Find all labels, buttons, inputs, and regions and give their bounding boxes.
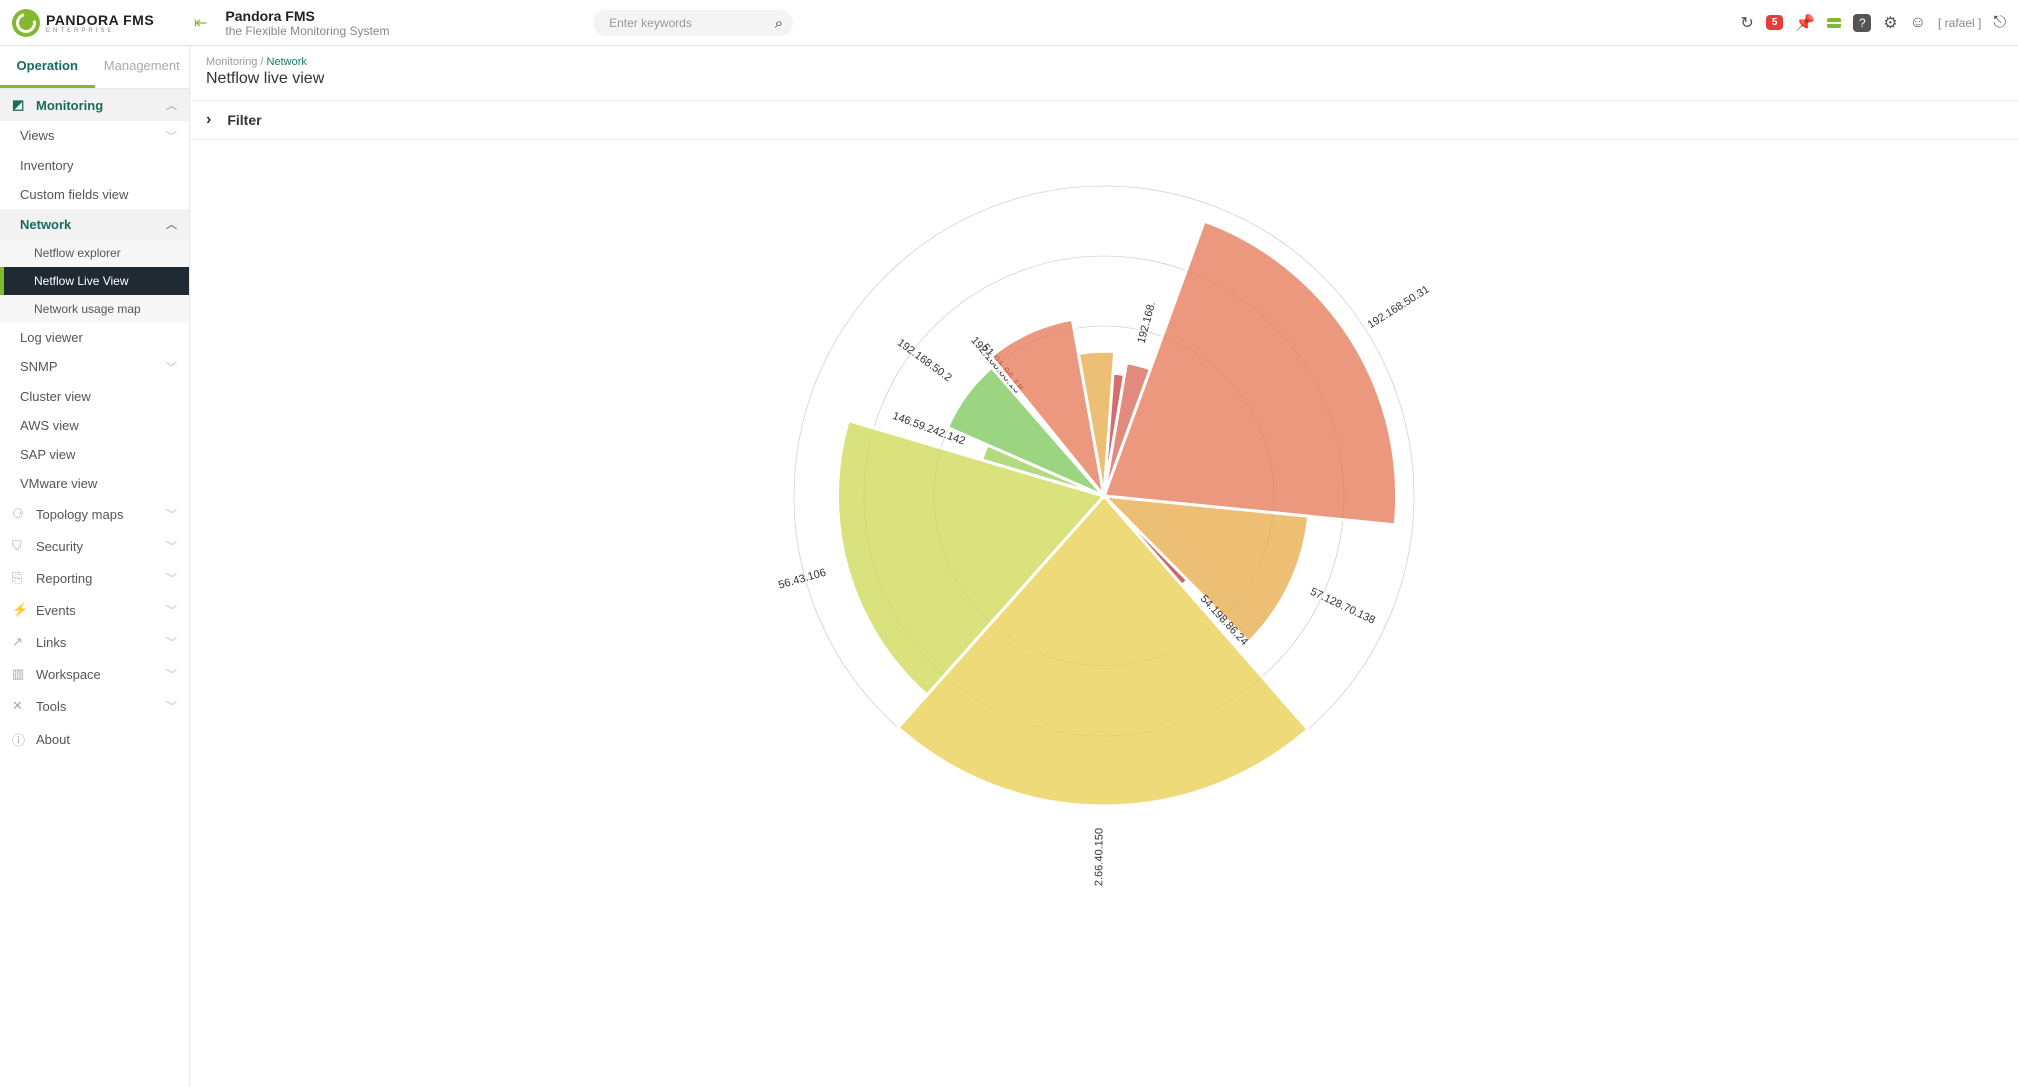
chevron-down-icon: ﹀ <box>166 602 177 618</box>
monitoring-icon: ◩ <box>12 97 28 113</box>
logo: PANDORA FMS ENTERPRISE <box>12 9 190 37</box>
links-icon: ↗ <box>12 634 28 650</box>
sidebar-item-log-viewer[interactable]: Log viewer <box>0 323 189 352</box>
sidebar: Operation Management ◩ Monitoring ︿ View… <box>0 46 190 1087</box>
sidebar-item-links[interactable]: ↗ Links ﹀ <box>0 626 189 658</box>
topbar: PANDORA FMS ENTERPRISE ⇤ Pandora FMS the… <box>0 0 2018 46</box>
slice-label: 192.168. <box>1136 300 1159 344</box>
sidebar-item-network[interactable]: Network ︿ <box>0 209 189 239</box>
sidebar-tabs: Operation Management <box>0 46 189 89</box>
slice-label: 172.66.40.150 <box>1093 828 1105 886</box>
chevron-right-icon: › <box>206 111 211 129</box>
chevron-down-icon: ﹀ <box>166 570 177 586</box>
chevron-down-icon: ﹀ <box>166 128 177 144</box>
sidebar-collapse-icon[interactable]: ⇤ <box>194 13 207 33</box>
topology-icon: ⚆ <box>12 506 28 522</box>
sidebar-item-about[interactable]: ⓘ About <box>0 722 189 757</box>
sidebar-item-vmware[interactable]: VMware view <box>0 469 189 498</box>
username[interactable]: [ rafael ] <box>1938 16 1981 30</box>
sidebar-item-cluster[interactable]: Cluster view <box>0 382 189 411</box>
logo-text: PANDORA FMS ENTERPRISE <box>46 12 154 34</box>
sidebar-item-monitoring[interactable]: ◩ Monitoring ︿ <box>0 89 189 121</box>
chevron-down-icon: ﹀ <box>166 359 177 375</box>
sidebar-item-aws[interactable]: AWS view <box>0 411 189 440</box>
sidebar-item-tools[interactable]: ✕ Tools ﹀ <box>0 690 189 722</box>
sidebar-item-events[interactable]: ⚡ Events ﹀ <box>0 594 189 626</box>
sidebar-item-workspace[interactable]: ▥ Workspace ﹀ <box>0 658 189 690</box>
gear-icon[interactable]: ⚙ <box>1883 13 1897 33</box>
tab-operation[interactable]: Operation <box>0 46 95 88</box>
sidebar-item-netflow-live[interactable]: Netflow Live View <box>0 267 189 295</box>
tab-management[interactable]: Management <box>95 46 190 88</box>
sidebar-item-topology[interactable]: ⚆ Topology maps ﹀ <box>0 498 189 530</box>
sidebar-item-network-usage[interactable]: Network usage map <box>0 295 189 323</box>
sidebar-item-snmp[interactable]: SNMP ﹀ <box>0 352 189 382</box>
breadcrumb-bar: Monitoring / Network Netflow live view <box>190 46 2018 101</box>
breadcrumb: Monitoring / Network <box>206 56 2002 68</box>
netflow-pie-chart[interactable]: 192.168.50.3157.128.70.13854.198.86.2417… <box>734 146 1474 886</box>
chevron-down-icon: ﹀ <box>166 634 177 650</box>
chevron-down-icon: ﹀ <box>166 538 177 554</box>
sidebar-item-custom-fields[interactable]: Custom fields view <box>0 180 189 209</box>
logout-icon[interactable]: ⎋ <box>1993 14 2006 32</box>
workspace-icon: ▥ <box>12 666 28 682</box>
slice-label: 192.168.50.2 <box>895 337 954 385</box>
sidebar-item-inventory[interactable]: Inventory <box>0 151 189 180</box>
chevron-up-icon: ︿ <box>166 216 177 232</box>
filter-toggle[interactable]: › Filter <box>190 101 2018 140</box>
top-icons: ↻ 5 📌 ? ⚙ ☺ [ rafael ] ⎋ <box>1740 13 2006 33</box>
slice-label: 56.43.106 <box>777 567 827 592</box>
chevron-down-icon: ﹀ <box>166 666 177 682</box>
events-icon: ⚡ <box>12 602 28 618</box>
app-title: Pandora FMS <box>225 8 389 24</box>
pin-icon[interactable]: 📌 <box>1795 13 1815 33</box>
chevron-down-icon: ﹀ <box>166 506 177 522</box>
chart-area: 192.168.50.3157.128.70.13854.198.86.2417… <box>190 140 2018 1087</box>
slice-label: 192.168.50.31 <box>1366 284 1432 332</box>
title-block: Pandora FMS the Flexible Monitoring Syst… <box>225 8 389 38</box>
user-icon[interactable]: ☺ <box>1910 14 1926 32</box>
search-input[interactable] <box>593 10 793 36</box>
reporting-icon: ⎘ <box>12 570 28 586</box>
page-title: Netflow live view <box>206 70 2002 96</box>
filter-label: Filter <box>227 112 261 128</box>
sidebar-item-views[interactable]: Views ﹀ <box>0 121 189 151</box>
search-icon[interactable]: ⌕ <box>775 15 783 32</box>
chevron-up-icon: ︿ <box>166 97 177 113</box>
status-indicator-icon[interactable] <box>1827 18 1841 28</box>
slice-label: 57.128.70.138 <box>1308 586 1377 627</box>
chevron-down-icon: ﹀ <box>166 698 177 714</box>
help-icon[interactable]: ? <box>1853 14 1871 32</box>
app-subtitle: the Flexible Monitoring System <box>225 24 389 38</box>
content: Monitoring / Network Netflow live view ›… <box>190 46 2018 1087</box>
sidebar-item-reporting[interactable]: ⎘ Reporting ﹀ <box>0 562 189 594</box>
refresh-icon[interactable]: ↻ <box>1740 13 1753 33</box>
sidebar-item-netflow-explorer[interactable]: Netflow explorer <box>0 239 189 267</box>
info-icon: ⓘ <box>12 730 28 749</box>
logo-icon <box>12 9 40 37</box>
alert-badge[interactable]: 5 <box>1766 15 1784 30</box>
tools-icon: ✕ <box>12 698 28 714</box>
sidebar-item-sap[interactable]: SAP view <box>0 440 189 469</box>
search-wrap: ⌕ <box>593 10 793 36</box>
shield-icon: ⛉ <box>12 538 28 554</box>
sidebar-item-security[interactable]: ⛉ Security ﹀ <box>0 530 189 562</box>
